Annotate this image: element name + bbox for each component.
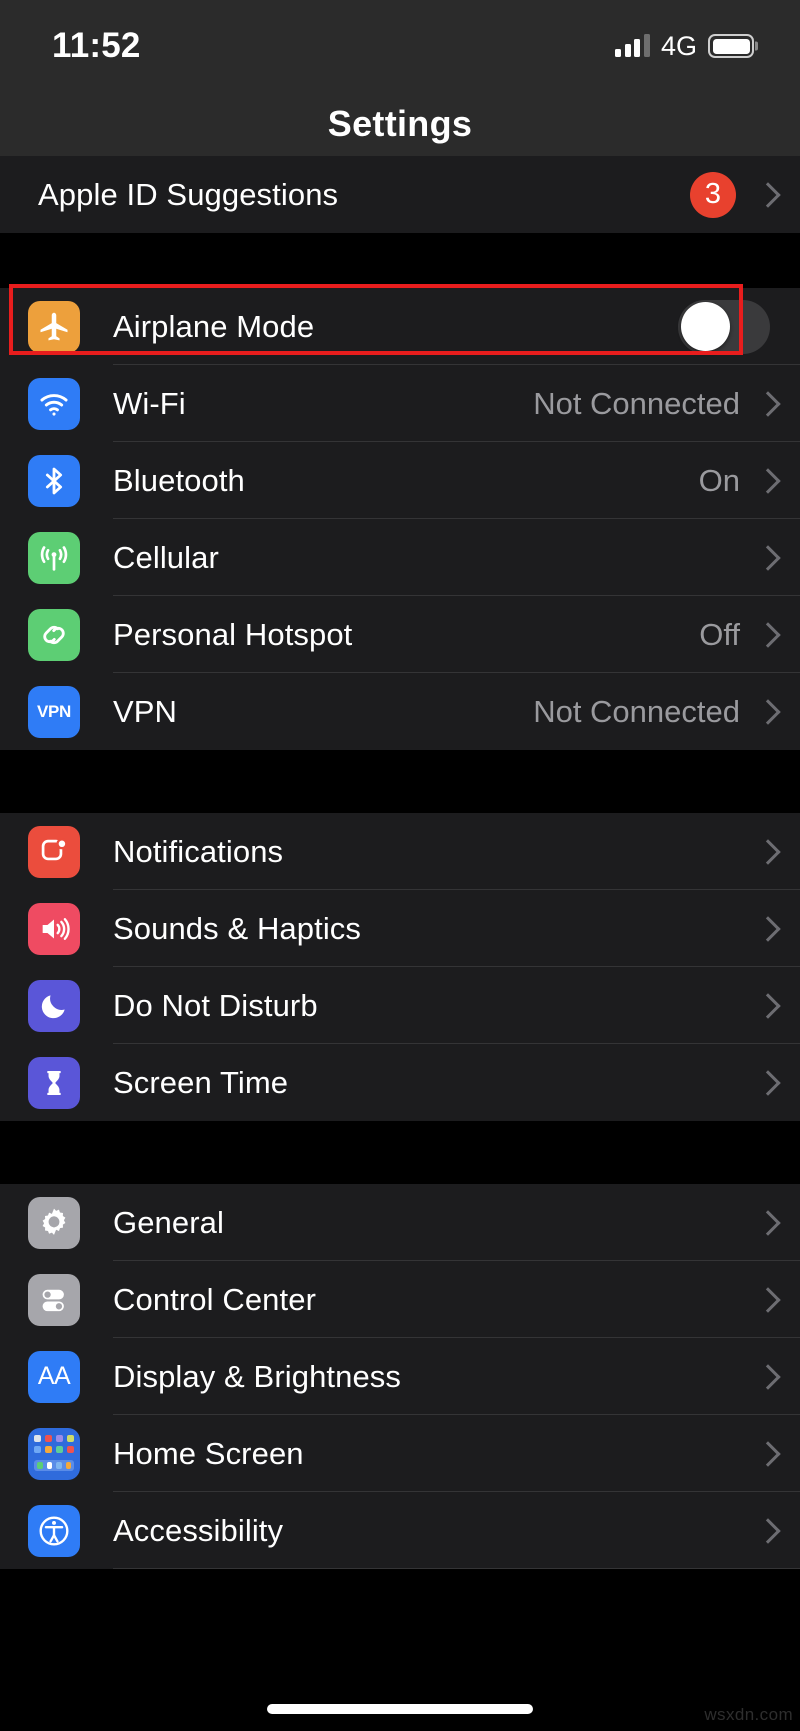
row-label: Screen Time	[113, 1064, 289, 1100]
row-label: Control Center	[113, 1281, 316, 1317]
chevron-right-icon	[758, 839, 772, 865]
row-label: Do Not Disturb	[113, 987, 318, 1023]
settings-screen: 11:52 4G Settings Apple ID Suggestions 3	[0, 0, 800, 1731]
toggle-knob	[680, 302, 730, 351]
chevron-right-icon	[758, 1210, 772, 1236]
watermark: wsxdn.com	[704, 1705, 793, 1724]
chevron-right-icon	[758, 468, 772, 494]
hotspot-icon	[28, 608, 80, 661]
control-center-icon	[28, 1273, 80, 1326]
row-display-brightness[interactable]: AA Display & Brightness	[0, 1338, 800, 1415]
row-label: Airplane Mode	[113, 308, 315, 344]
page-title: Settings	[327, 103, 473, 144]
row-value: Off	[699, 616, 740, 652]
chevron-right-icon	[758, 1287, 772, 1313]
cellular-signal-icon	[615, 34, 650, 57]
home-screen-icon	[28, 1427, 80, 1480]
row-label: Wi-Fi	[113, 385, 186, 421]
row-label: Notifications	[113, 833, 284, 869]
chevron-right-icon	[758, 1364, 772, 1390]
airplane-mode-toggle[interactable]	[678, 299, 770, 354]
section-gap	[0, 750, 800, 813]
battery-full-icon	[708, 34, 754, 58]
wifi-icon	[28, 377, 80, 430]
status-indicators: 4G	[615, 31, 754, 62]
gear-icon	[28, 1196, 80, 1249]
row-label: Sounds & Haptics	[113, 910, 362, 946]
row-label: Cellular	[113, 539, 219, 575]
row-label: VPN	[113, 693, 178, 729]
row-label: General	[113, 1204, 224, 1240]
chevron-right-icon	[758, 182, 772, 208]
row-apple-id-suggestions[interactable]: Apple ID Suggestions 3	[0, 156, 800, 233]
chevron-right-icon	[758, 993, 772, 1019]
row-label: Apple ID Suggestions	[38, 176, 339, 212]
row-bluetooth[interactable]: Bluetooth On	[0, 442, 800, 519]
section-gap	[0, 233, 800, 288]
home-indicator	[267, 1704, 533, 1714]
hourglass-icon	[28, 1056, 80, 1109]
chevron-right-icon	[758, 545, 772, 571]
row-value: Not Connected	[533, 385, 740, 421]
section-gap	[0, 1121, 800, 1184]
row-do-not-disturb[interactable]: Do Not Disturb	[0, 967, 800, 1044]
chevron-right-icon	[758, 699, 772, 725]
connectivity-group: Airplane Mode Wi-Fi Not Connected Blueto…	[0, 288, 800, 750]
row-home-screen[interactable]: Home Screen	[0, 1415, 800, 1492]
row-label: Home Screen	[113, 1435, 304, 1471]
row-label: Display & Brightness	[113, 1358, 402, 1394]
row-control-center[interactable]: Control Center	[0, 1261, 800, 1338]
row-accessibility[interactable]: Accessibility	[0, 1492, 800, 1569]
general-group: General Control Center AA Display & Brig…	[0, 1184, 800, 1569]
row-wifi[interactable]: Wi-Fi Not Connected	[0, 365, 800, 442]
row-label: Personal Hotspot	[113, 616, 353, 652]
row-airplane-mode[interactable]: Airplane Mode	[0, 288, 800, 365]
notifications-icon	[28, 825, 80, 878]
notifications-group: Notifications Sounds & Haptics Do Not Di…	[0, 813, 800, 1121]
apple-id-group: Apple ID Suggestions 3	[0, 156, 800, 233]
nav-bar: Settings	[0, 92, 800, 156]
moon-icon	[28, 979, 80, 1032]
chevron-right-icon	[758, 1518, 772, 1544]
network-type-label: 4G	[660, 30, 697, 61]
chevron-right-icon	[758, 1070, 772, 1096]
status-bar: 11:52 4G	[0, 0, 800, 92]
row-value: Not Connected	[533, 693, 740, 729]
row-vpn[interactable]: VPN VPN Not Connected	[0, 673, 800, 750]
vpn-icon: VPN	[28, 685, 80, 738]
chevron-right-icon	[758, 622, 772, 648]
row-notifications[interactable]: Notifications	[0, 813, 800, 890]
row-cellular[interactable]: Cellular	[0, 519, 800, 596]
row-personal-hotspot[interactable]: Personal Hotspot Off	[0, 596, 800, 673]
display-icon-label: AA	[37, 1362, 71, 1390]
chevron-right-icon	[758, 916, 772, 942]
display-brightness-icon: AA	[28, 1350, 80, 1403]
row-sounds-haptics[interactable]: Sounds & Haptics	[0, 890, 800, 967]
sounds-icon	[28, 902, 80, 955]
cellular-antenna-icon	[28, 531, 80, 584]
status-badge: 3	[690, 171, 736, 218]
status-time: 11:52	[52, 26, 141, 65]
vpn-icon-label: VPN	[36, 701, 72, 721]
bluetooth-icon	[28, 454, 80, 507]
airplane-icon	[28, 300, 80, 353]
row-screen-time[interactable]: Screen Time	[0, 1044, 800, 1121]
row-label: Accessibility	[113, 1512, 284, 1548]
chevron-right-icon	[758, 391, 772, 417]
accessibility-icon	[28, 1504, 80, 1557]
row-label: Bluetooth	[113, 462, 245, 498]
row-value: On	[698, 462, 740, 498]
row-general[interactable]: General	[0, 1184, 800, 1261]
chevron-right-icon	[758, 1441, 772, 1467]
